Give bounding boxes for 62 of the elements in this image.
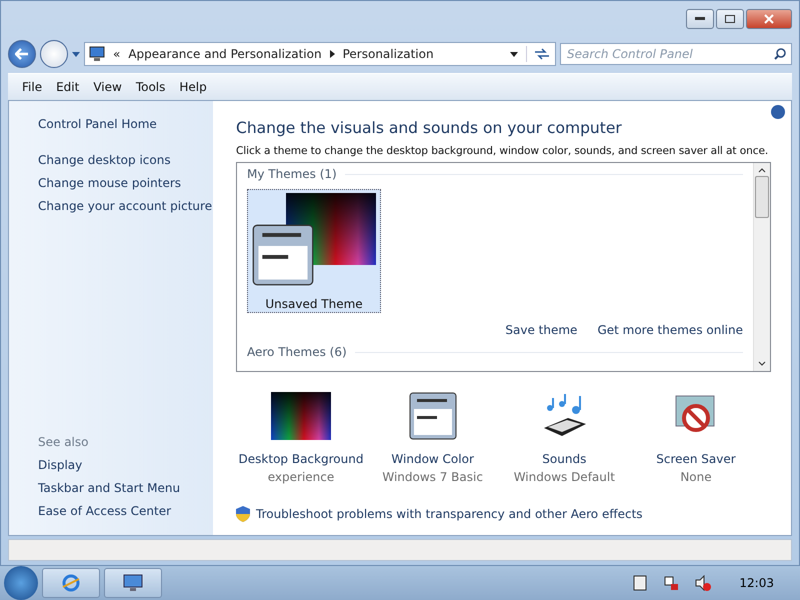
document-tray-icon[interactable] [633,575,648,591]
setting-link[interactable]: Screen Saver [656,452,736,466]
theme-tile[interactable]: Unsaved Theme [247,189,381,313]
sidebar-link[interactable]: Change your account picture [38,195,213,218]
setting-value: Windows Default [514,470,615,484]
forward-button[interactable] [40,40,68,68]
breadcrumb[interactable]: Personalization [342,47,434,61]
shield-icon [236,506,250,522]
maximize-button[interactable] [716,9,744,29]
setting-value: None [680,470,712,484]
group-heading: Aero Themes (6) [247,345,743,359]
setting-link[interactable]: Desktop Background [238,452,364,466]
monitor-icon [89,46,105,62]
theme-list[interactable]: My Themes (1) Unsaved Theme Save theme Get more themes online Aero Themes (6) [236,162,771,372]
breadcrumb-overflow[interactable]: « [113,47,120,61]
setting-value: experience [268,470,334,484]
window-thumbnail [251,224,315,286]
close-button[interactable] [746,9,792,29]
menu-item[interactable]: Tools [132,78,170,96]
page-heading: Change the visuals and sounds on your computer [236,119,623,137]
sidebar-link[interactable]: Ease of Access Center [38,500,213,523]
browser-icon [61,573,81,593]
menu-item[interactable]: View [89,78,126,96]
scrollbar[interactable] [753,163,770,371]
setting-link[interactable]: Sounds [542,452,586,466]
window-icon [408,392,457,440]
monitor-icon [123,574,143,592]
start-button[interactable] [4,566,38,600]
menu-item[interactable]: Edit [52,78,84,96]
sidebar-link[interactable]: Control Panel Home [38,113,213,136]
setting-link[interactable]: Window Color [391,452,474,466]
search-icon [774,48,786,60]
search-field[interactable]: Search Control Panel [560,43,792,65]
clock: 12:03 [739,576,774,590]
menu-item[interactable]: Help [175,78,211,96]
minimize-button[interactable] [686,9,714,29]
minimize-icon [695,17,705,21]
dropdown-arrow-icon[interactable] [510,52,518,56]
muted-speaker-icon[interactable] [695,575,712,591]
chevron-icon [330,50,335,58]
network-tray-icon[interactable] [663,575,680,591]
sidebar-link[interactable]: Change mouse pointers [38,172,213,195]
close-icon [764,14,774,24]
sidebar-link[interactable]: Taskbar and Start Menu [38,477,213,500]
group-heading: My Themes (1) [247,167,743,181]
link[interactable]: Save theme [505,323,578,337]
sidebar-link[interactable]: Change desktop icons [38,149,213,172]
breadcrumb[interactable]: Appearance and Personalization [128,47,322,61]
description-text: Click a theme to change the desktop background, window color, sounds, and screen saver all at once. [236,145,770,157]
maximize-icon [725,15,735,23]
back-arrow-icon [15,48,29,60]
menu-item[interactable]: File [18,78,46,96]
sidebar-link[interactable]: Display [38,454,213,477]
link[interactable]: Troubleshoot problems with transparency and other Aero effects [256,507,643,521]
see-also-heading: See also [38,434,90,451]
link[interactable]: Get more themes online [597,323,743,337]
control-panel-taskbar-button[interactable] [104,568,162,598]
back-button[interactable] [8,40,36,68]
address-bar[interactable]: « Appearance and Personalization Personalization [84,42,556,66]
scroll-thumb[interactable] [755,176,769,218]
wallpaper-thumbnail [271,392,331,440]
setting-value: Windows 7 Basic [382,470,483,484]
